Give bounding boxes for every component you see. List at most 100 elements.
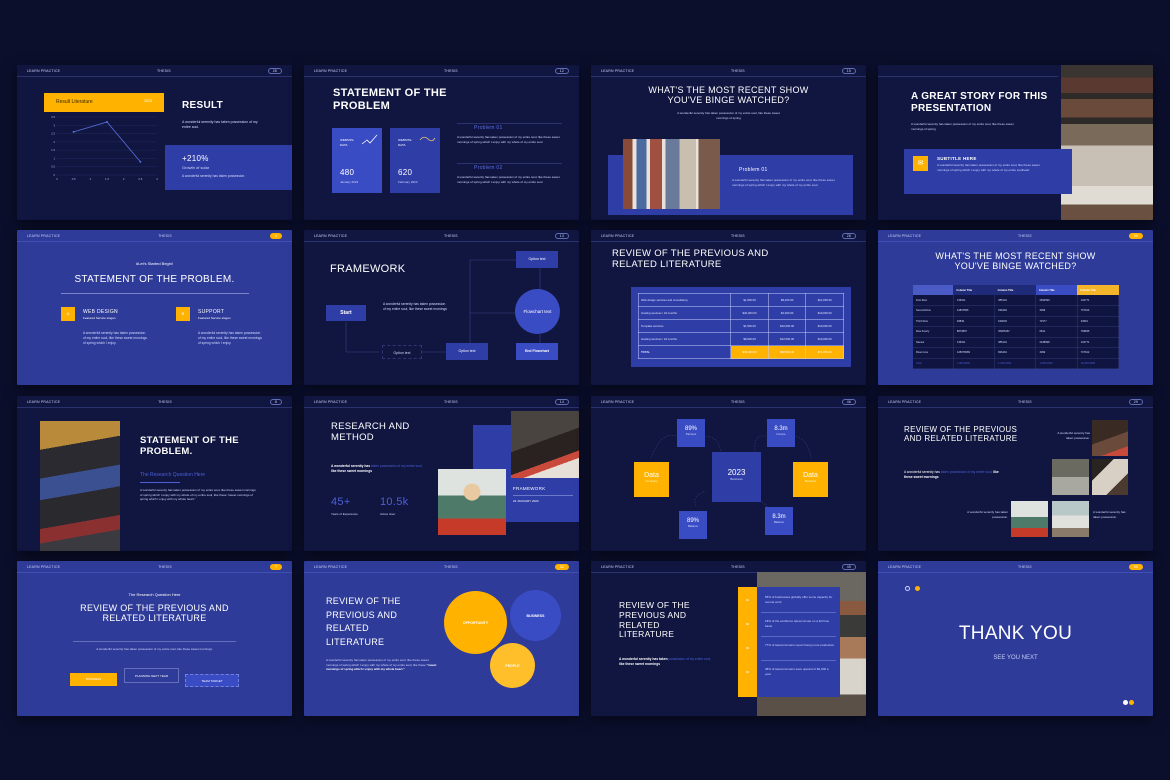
slide-binge-show[interactable]: LEARN PRACTICE THESIS 15 WHAT'S THE MOST R…: [591, 65, 866, 220]
chart-title: Result Literature: [56, 99, 93, 105]
slide-title: STATEMENT OF THE PROBLEM.: [74, 274, 235, 285]
header-center: THESIS: [158, 399, 172, 404]
stat-label: Years of Experience: [331, 512, 358, 516]
slide-review-circles[interactable]: LEARN PRACTICE THESIS 32 REVIEW OF THE PRE…: [304, 561, 579, 716]
slide-header: LEARN PRACTICE THESIS 7: [17, 561, 292, 573]
data-card: WEBSITE DATA 480 January 2023: [332, 128, 382, 193]
table-row: Names 135101 385101 2348998 132771: [913, 337, 1120, 348]
desc-link[interactable]: taken possession of my entire soul,: [941, 470, 993, 474]
card-value: 620: [398, 168, 413, 177]
slide-thank-you[interactable]: LEARN PRACTICE THESIS 50 THANK YOU SEE YOU…: [878, 561, 1153, 716]
page-number: 32: [554, 563, 569, 570]
slide-review-gallery[interactable]: LEARN PRACTICE THESIS 29 REVIEW OF THE PRE…: [878, 396, 1153, 551]
table-cell: 799835: [1077, 326, 1120, 338]
slide-review-pricing[interactable]: LEARN PRACTICE THESIS 28 REVIEW OF THE PRE…: [591, 230, 866, 385]
slide-desc: A wonderful serenity has taken possessio…: [911, 122, 1014, 131]
brand: LEARN PRACTICE: [27, 68, 61, 73]
table-cell: Rows Line: [913, 347, 954, 359]
table-cell: 2348998: [1035, 337, 1078, 348]
gallery-photo: [1011, 501, 1048, 537]
table-row: Template services $1,500.00 $10,000.00 $10,…: [637, 319, 844, 333]
column-header: Column Title: [1035, 285, 1078, 295]
stat-value: +210%: [182, 154, 209, 163]
page-number: 30: [1128, 232, 1143, 239]
table-cell: $20,000.00: [730, 306, 769, 320]
slide-framework[interactable]: LEARN PRACTICE THESIS 13 FRAMEWORK Start A…: [304, 230, 579, 385]
table-cell: $21,650.00: [805, 293, 844, 307]
slide-desc: A wonderful serenity has taken possessio…: [140, 488, 256, 502]
slide-statement-services[interactable]: LEARN PRACTICE THESIS 4 #Let's Started Beg…: [17, 230, 292, 385]
slide-header: LEARN PRACTICE THESIS 32: [304, 561, 579, 573]
slide-statement-problem[interactable]: LEARN PRACTICE THESIS 12 STATEMENT OF THE …: [304, 65, 579, 220]
brand: LEARN PRACTICE: [27, 399, 61, 404]
page-number: 29: [1128, 398, 1143, 405]
slide-research-method[interactable]: LEARN PRACTICE THESIS 14 RESEARCH AND METH…: [304, 396, 579, 551]
brand: LEARN PRACTICE: [601, 233, 635, 238]
slide-title: WHAT'S THE MOST RECENT SHOW YOU'VE BINGE…: [935, 251, 1096, 272]
data-table: Column Title Column Title Column Title Colu…: [913, 285, 1120, 369]
service-icon: B: [176, 307, 190, 321]
slide-title: REVIEW OF THE PREVIOUS AND RELATED LITER…: [326, 596, 401, 647]
table-cell: Hosting services / 24 months: [637, 306, 732, 320]
stat-node: 89% Partners: [677, 419, 705, 447]
slide-data-cycle[interactable]: LEARN PRACTICE THESIS 46 89% Partners 8.3m I…: [591, 396, 866, 551]
table-row: Rows Line 128378389 826491 4099 737912: [913, 347, 1120, 359]
divider: [761, 660, 836, 661]
slide-great-story[interactable]: A GREAT STORY FOR THIS PRESENTATION A wo…: [878, 65, 1153, 220]
table-cell: 1,000.0000: [994, 358, 1037, 369]
divider: [761, 636, 836, 637]
decor-dot-icon: [915, 586, 920, 591]
slide-header: LEARN PRACTICE THESIS 14: [304, 396, 579, 408]
gallery-photo: [1092, 420, 1128, 456]
divider: [761, 612, 836, 613]
table-cell: 649003: [994, 316, 1037, 327]
card-date: February 2023: [398, 180, 418, 184]
slide-header: LEARN PRACTICE THESIS 8: [17, 396, 292, 408]
people-circle: PEOPLE: [490, 643, 535, 688]
team-target-button[interactable]: TEAM TARGET: [185, 674, 239, 687]
table-cell: Template services: [637, 319, 732, 333]
node-label: Balance: [773, 520, 785, 524]
item-number: 01: [745, 598, 750, 602]
slide-title: RESULT: [182, 100, 224, 111]
slide-header: LEARN PRACTICE THESIS 50: [878, 561, 1153, 573]
slide-binge-table[interactable]: LEARN PRACTICE THESIS 30 WHAT'S THE MOST R…: [878, 230, 1153, 385]
slide-header: LEARN PRACTICE THESIS 4: [17, 230, 292, 242]
table-cell: 2394599: [1035, 295, 1078, 306]
slide-review-buttons[interactable]: LEARN PRACTICE THESIS 7 The Research Quest…: [17, 561, 292, 716]
opportunity-circle: OPPORTUNITY: [444, 591, 507, 654]
brand: LEARN PRACTICE: [27, 233, 61, 238]
item-text: 38% of telecommuters save upward of $2,0…: [765, 667, 829, 676]
divider: [457, 123, 562, 124]
desc-text: A wonderful serenity has: [904, 470, 940, 474]
table-cell: Third Row: [913, 316, 954, 327]
slide-header: LEARN PRACTICE THESIS 30: [878, 230, 1153, 242]
table-cell: $30,000.00: [730, 345, 769, 359]
slide-result[interactable]: LEARN PRACTICE THESIS 26 Result Literature…: [17, 65, 292, 220]
business-button[interactable]: BUSINESS: [70, 673, 117, 686]
table-row: First Row 135101 385101 2394599 132771: [913, 295, 1120, 306]
y-tick-label: 0.5: [51, 165, 55, 169]
node-value: Data: [644, 472, 659, 479]
stat-value: 10.5k: [380, 496, 409, 508]
planning-button[interactable]: PLANNING NEXT YEAR: [124, 668, 179, 683]
y-tick-label: 2: [53, 140, 55, 144]
desc-link[interactable]: taken possession of my entire soul,: [371, 464, 423, 468]
slide-review-stats[interactable]: LEARN PRACTICE THESIS 45 REVIEW OF THE PRE…: [591, 561, 866, 716]
card-subtitle: SUBTITLE HERE: [937, 156, 977, 161]
man-reading-photo: [511, 411, 579, 478]
table-cell: Web design services and consultancy: [637, 293, 732, 307]
desc-link[interactable]: possession of my entire soul,: [669, 657, 712, 661]
table-cell: 128378389: [953, 347, 996, 359]
problem-desc: A wonderful serenity has taken possessio…: [732, 178, 835, 187]
business-circle: BUSINESS: [510, 590, 561, 641]
slide-statement-photo[interactable]: LEARN PRACTICE THESIS 8 STATEMENT OF THE P…: [17, 396, 292, 551]
column-header: Column Title: [953, 285, 995, 295]
option-node: Option text: [446, 343, 488, 360]
table-cell: 12837836: [953, 305, 996, 317]
card-date: 22 JANUARY 2023: [513, 499, 539, 503]
x-tick-label: 0.5: [72, 177, 76, 181]
table-row: Hosting services / 24 months $8,000.00 $12…: [637, 332, 844, 346]
slide-desc: A wonderful serenity has taken possessio…: [677, 111, 780, 120]
table-cell: Second Row: [913, 305, 954, 317]
